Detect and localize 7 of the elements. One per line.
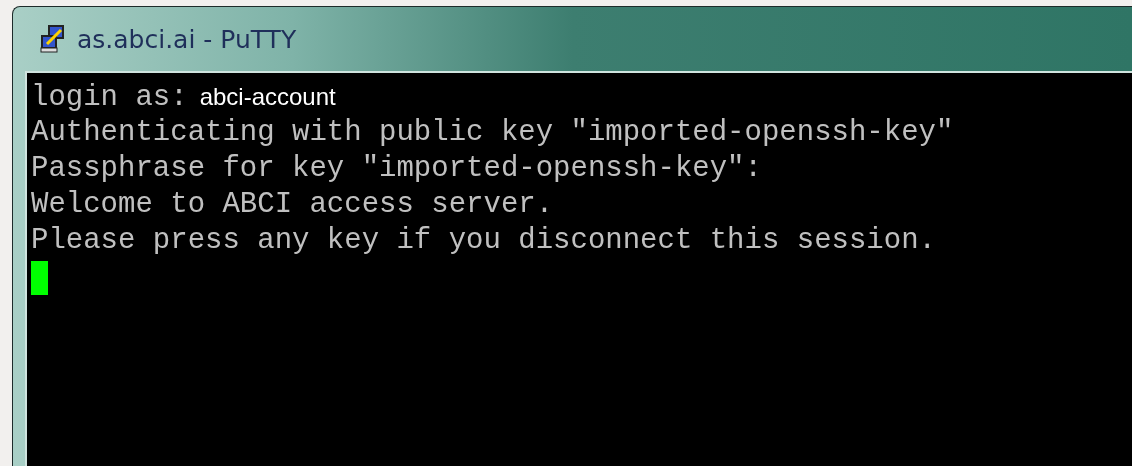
window-title: as.abci.ai - PuTTY [77,24,297,54]
terminal-line: login as: [31,80,188,116]
terminal-line: Please press any key if you disconnect this session. [31,223,936,259]
terminal-line: Welcome to ABCI access server. [31,187,554,223]
terminal-line: Passphrase for key "imported-openssh-key": [31,151,762,187]
typed-username-text: abci-account [199,82,336,112]
terminal-line: Authenticating with public key "imported-openssh-key" [31,115,954,151]
